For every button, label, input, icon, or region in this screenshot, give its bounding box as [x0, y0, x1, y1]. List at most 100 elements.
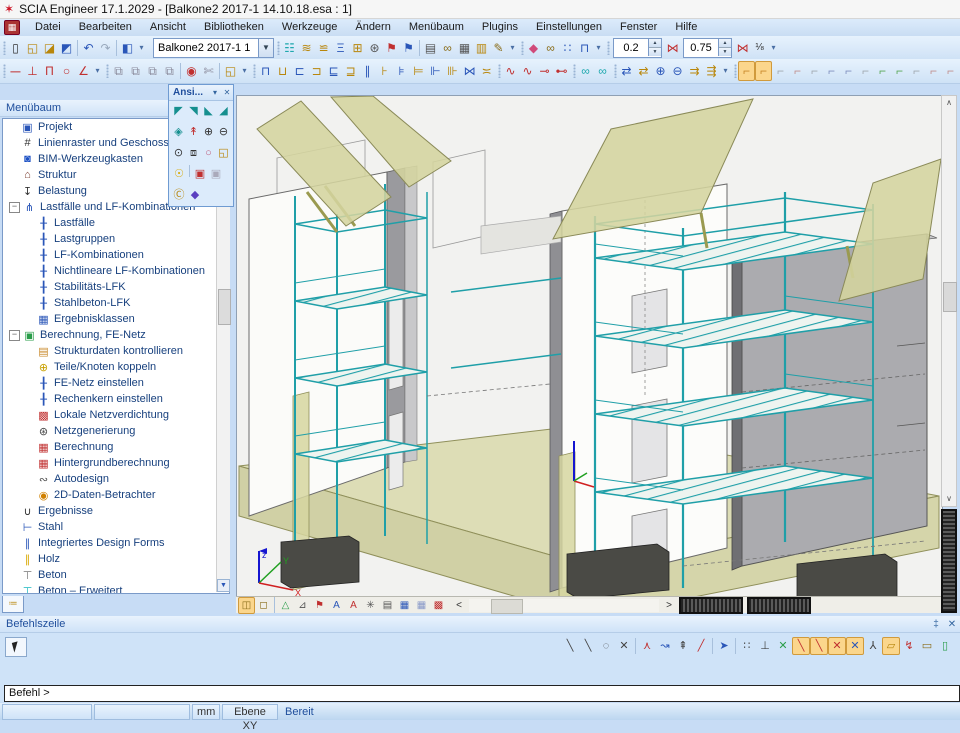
tree-scroll-down-icon[interactable]: ▼	[217, 579, 230, 592]
labels-abc-icon[interactable]: A	[328, 597, 345, 614]
filter-h2-icon[interactable]: ⌐	[942, 61, 959, 81]
volumes-icon[interactable]: △	[277, 597, 294, 614]
rotation-scrollbar-horizontal-1[interactable]	[679, 597, 743, 614]
tree-item[interactable]: ⊤Beton	[3, 567, 229, 583]
copy-icon[interactable]: ⇄	[635, 61, 652, 81]
scroll-left-button[interactable]: <	[453, 600, 465, 611]
filter-g1-icon[interactable]: ⌐	[874, 61, 891, 81]
overflow-chevron[interactable]: ▾	[507, 38, 518, 58]
camera-off-icon[interactable]: ▣	[208, 165, 224, 184]
model-canvas[interactable]: z Y X	[237, 96, 942, 597]
deselect-icon[interactable]: ✕	[615, 637, 633, 655]
view-default-icon[interactable]: ◈	[171, 123, 186, 142]
view-axo-3-icon[interactable]: ◣	[201, 102, 216, 121]
draw-angle-icon[interactable]: ∠	[75, 61, 92, 81]
member-support-icon[interactable]: ⊨	[410, 61, 427, 81]
view-axo-1-icon[interactable]: ◤	[171, 102, 186, 121]
clipping-box-icon[interactable]: Ⓒ	[171, 186, 187, 205]
open-project-icon[interactable]: ◱	[24, 38, 41, 58]
snap-grid-icon[interactable]: ∷	[738, 637, 756, 655]
filter-beams-icon[interactable]: ⌐	[738, 61, 755, 81]
view-axo-4-icon[interactable]: ◢	[216, 102, 231, 121]
draw-circle-icon[interactable]: ○	[58, 61, 75, 81]
spinner-down-icon[interactable]: ▼	[719, 48, 731, 56]
new-folder-icon[interactable]: ◱	[222, 61, 239, 81]
member-wall-icon[interactable]: ⊒	[342, 61, 359, 81]
status-units[interactable]: mm	[192, 704, 220, 720]
menu-item-ansicht[interactable]: Ansicht	[141, 21, 195, 33]
grid-display2-icon[interactable]: ▦	[413, 597, 430, 614]
overflow-chevron[interactable]: ▾	[768, 38, 779, 58]
snap-arc-icon[interactable]: ↯	[900, 637, 918, 655]
load-scale-icon[interactable]: ⋈	[664, 38, 681, 58]
viewport-hscrollbar[interactable]	[469, 599, 659, 612]
visibility-icon[interactable]: ◉	[183, 61, 200, 81]
save-all-icon[interactable]: ◩	[58, 38, 75, 58]
member-node-icon[interactable]: ⊧	[393, 61, 410, 81]
member-hinge-icon[interactable]: ⊩	[427, 61, 444, 81]
new-project-icon[interactable]: ▯	[7, 38, 24, 58]
tree-item[interactable]: ∾Autodesign	[3, 471, 229, 487]
connect-3-icon[interactable]: ⊸	[536, 61, 553, 81]
layers-edit-icon[interactable]: ≌	[315, 38, 332, 58]
snap-node-icon[interactable]: ⋏	[638, 637, 656, 655]
construction-stages-icon[interactable]: ☷	[281, 38, 298, 58]
tree-dock-tab[interactable]: ≔	[2, 596, 24, 613]
tree-scrollbar-thumb[interactable]	[218, 289, 231, 325]
tree-item[interactable]: ∥Integriertes Design Forms	[3, 535, 229, 551]
cursor-settings-icon[interactable]: ➤	[715, 637, 733, 655]
walk-mode-icon[interactable]: ↟	[186, 123, 201, 142]
copy-tool4-icon[interactable]: ⧉	[161, 61, 178, 81]
tree-item[interactable]: ╂Rechenkern einstellen	[3, 391, 229, 407]
member-beam-icon[interactable]: ⊏	[291, 61, 308, 81]
load-scale-spinner[interactable]: 0.2 ▲▼	[613, 38, 662, 58]
binoculars-icon[interactable]: ∞	[439, 38, 456, 58]
overflow-chevron[interactable]: ▾	[136, 38, 147, 58]
menu-item-hilfe[interactable]: Hilfe	[666, 21, 706, 33]
snap-midpoint-icon[interactable]: ╲	[810, 637, 828, 655]
scroll-right-button[interactable]: >	[663, 600, 675, 611]
scroll-down-icon[interactable]: ∨	[942, 492, 956, 506]
select-line-icon[interactable]: ╲	[561, 637, 579, 655]
view-axo-2-icon[interactable]: ◥	[186, 102, 201, 121]
multicopy-icon[interactable]: ⇉	[686, 61, 703, 81]
zoom-window-icon[interactable]: ⊙	[171, 144, 186, 163]
snap-tangent-icon[interactable]: ⅄	[864, 637, 882, 655]
array-icon[interactable]: ⇶	[703, 61, 720, 81]
close-icon[interactable]: ✕	[944, 619, 960, 630]
connect-4-icon[interactable]: ⊷	[553, 61, 570, 81]
dot-grid-icon[interactable]: ∷	[559, 38, 576, 58]
coordinates-icon[interactable]: Ξ	[332, 38, 349, 58]
dot-grid-settings-icon[interactable]: ▭	[918, 637, 936, 655]
save-icon[interactable]: ◪	[41, 38, 58, 58]
tree-item[interactable]: ╂Lastgruppen	[3, 231, 229, 247]
overflow-chevron[interactable]: ▾	[239, 61, 250, 81]
scale-ratio-icon[interactable]: ⅛	[751, 38, 768, 58]
tree-expander-icon[interactable]: −	[9, 202, 20, 213]
overflow-chevron[interactable]: ▾	[593, 38, 604, 58]
tree-item[interactable]: ▦Hintergrundberechnung	[3, 455, 229, 471]
draw-dimension-icon[interactable]: ⊥	[24, 61, 41, 81]
document-edit-icon[interactable]: ✎	[490, 38, 507, 58]
light-icon[interactable]: ☉	[171, 165, 187, 184]
add-node-icon[interactable]: ⊕	[652, 61, 669, 81]
member-plate-icon[interactable]: ⊑	[325, 61, 342, 81]
tree-item[interactable]: ▦Berechnung	[3, 439, 229, 455]
overflow-chevron[interactable]: ▾	[92, 61, 103, 81]
filter-slabs-icon[interactable]: ⌐	[772, 61, 789, 81]
camera-icon[interactable]: ▣	[192, 165, 208, 184]
snap-flag-icon[interactable]: ⇞	[674, 637, 692, 655]
perspective-icon[interactable]: ◆	[187, 186, 203, 205]
tree-item[interactable]: ⊛Netzgenerierung	[3, 423, 229, 439]
supports-display-icon[interactable]: ⚑	[311, 597, 328, 614]
scroll-up-icon[interactable]: ∧	[942, 96, 956, 110]
print-icon[interactable]: ▤	[422, 38, 439, 58]
filter-columns-icon[interactable]: ⌐	[755, 61, 772, 81]
zoom-out-icon[interactable]: ⊖	[216, 123, 231, 142]
tree-item[interactable]: ▤Strukturdaten kontrollieren	[3, 343, 229, 359]
tree-item[interactable]: ╂LF-Kombinationen	[3, 247, 229, 263]
copy-tool2-icon[interactable]: ⧉	[127, 61, 144, 81]
zoom-in-icon[interactable]: ⊕	[201, 123, 216, 142]
move-icon[interactable]: ⇄	[618, 61, 635, 81]
spinner-up-icon[interactable]: ▲	[719, 39, 731, 48]
